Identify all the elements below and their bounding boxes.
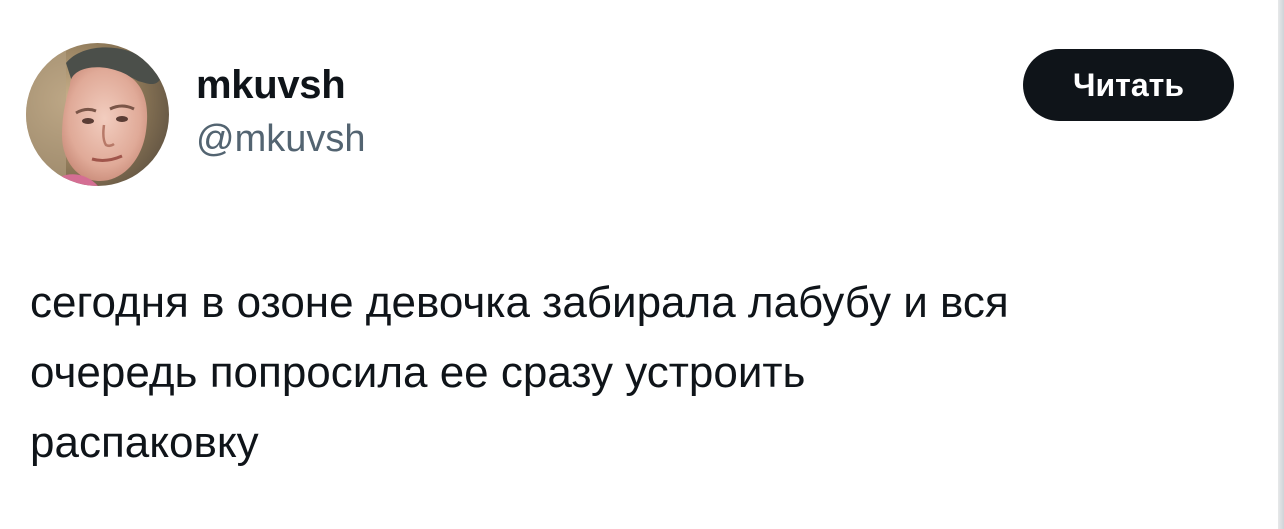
tweet-text: сегодня в озоне девочка забирала лабубу …	[30, 278, 1009, 467]
user-avatar-icon	[26, 43, 169, 186]
author-display-name[interactable]: mkuvsh	[196, 60, 366, 110]
author-handle[interactable]: @mkuvsh	[196, 114, 366, 164]
avatar[interactable]	[26, 43, 169, 186]
follow-button[interactable]: Читать	[1023, 49, 1234, 121]
tweet-card: mkuvsh @mkuvsh Читать сегодня в озоне де…	[0, 0, 1284, 529]
window-edge	[1278, 0, 1284, 529]
author-names: mkuvsh @mkuvsh	[196, 60, 366, 164]
